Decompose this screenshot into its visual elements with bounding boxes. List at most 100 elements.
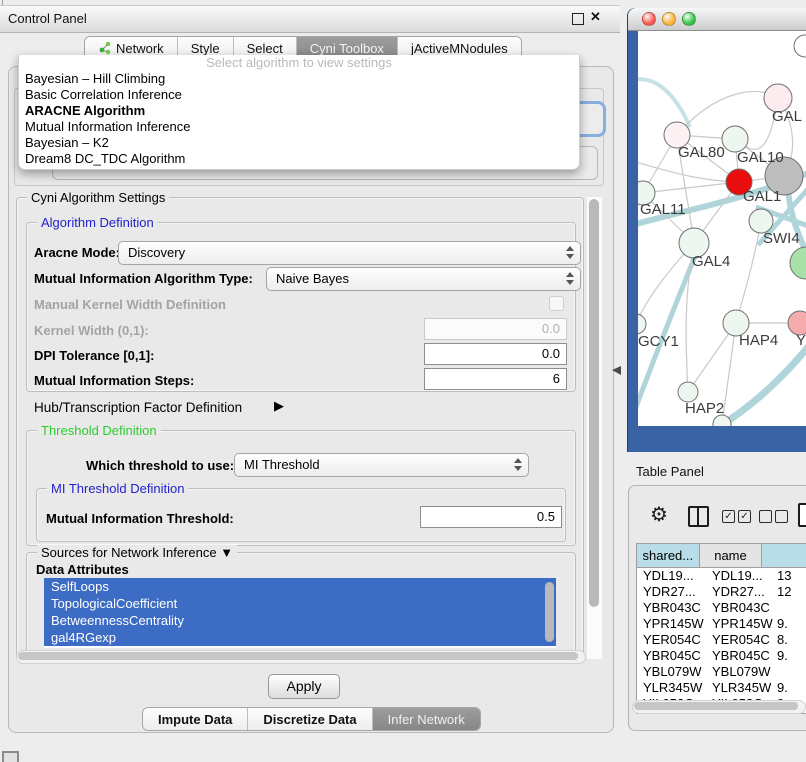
mi-type-label: Mutual Information Algorithm Type: [34, 271, 253, 286]
stepper-icon [514, 458, 522, 471]
node-label: GAL [772, 108, 802, 125]
algorithm-option[interactable]: Dream8 DC_TDC Algorithm [19, 151, 579, 167]
mi-type-value: Naive Bayes [276, 271, 349, 286]
algorithm-dropdown: Select algorithm to view settings Bayesi… [18, 55, 580, 170]
sources-group-title: Sources for Network Inference ▼ [37, 545, 237, 560]
column-header[interactable] [762, 544, 806, 567]
tab-label: Infer Network [388, 712, 465, 727]
hide-unchecked-columns-icon[interactable] [759, 510, 788, 523]
which-threshold-combobox[interactable]: MI Threshold [234, 453, 529, 477]
algorithm-option[interactable]: Mutual Information Inference [19, 119, 579, 135]
mi-steps-label: Mutual Information Steps: [34, 373, 194, 388]
tab-label: Cyni Toolbox [310, 41, 384, 56]
table-cell: YDR27... [637, 584, 706, 600]
algorithm-option[interactable]: ARACNE Algorithm [19, 103, 579, 119]
show-checked-columns-icon[interactable]: ✓ ✓ [722, 510, 751, 523]
table-row[interactable]: YBR043CYBR043C [637, 600, 806, 616]
attribute-list-item[interactable]: SelfLoops [44, 578, 556, 595]
column-header[interactable]: name [700, 544, 763, 567]
attribute-list-item[interactable]: gal4RGexp [44, 629, 556, 646]
kernel-width-field[interactable]: 0.0 [424, 318, 567, 340]
which-threshold-label: Which threshold to use: [86, 458, 234, 473]
table-cell: 12 [775, 584, 806, 600]
aracne-mode-combobox[interactable]: Discovery [118, 241, 581, 265]
table-cell: 9. [775, 616, 806, 632]
table-cell: 9. [775, 680, 806, 696]
gear-icon[interactable]: ⚙ [650, 504, 668, 526]
manual-kernel-checkbox[interactable] [549, 296, 564, 311]
manual-kernel-label: Manual Kernel Width Definition [34, 297, 226, 312]
algorithm-option[interactable]: Basic Correlation Inference [19, 87, 579, 103]
kernel-width-label: Kernel Width (0,1): [34, 323, 149, 338]
table-row[interactable]: YLR345WYLR345W9. [637, 680, 806, 696]
table-row[interactable]: YBL079WYBL079W [637, 664, 806, 680]
node-hap2[interactable] [678, 382, 698, 402]
network-view-window: GALGAL80GAL10GAL1GAL11SWI4GAL4GCY1HAP4YH… [628, 8, 806, 452]
attribute-list-item[interactable]: BetweennessCentrality [44, 612, 556, 629]
node-label: SWI4 [763, 230, 800, 247]
mac-close-icon[interactable] [642, 12, 656, 26]
node-label: GAL4 [692, 253, 730, 270]
mi-type-combobox[interactable]: Naive Bayes [266, 267, 581, 291]
node-label: GAL1 [743, 188, 781, 205]
float-window-icon[interactable] [572, 13, 584, 25]
tab-discretize-data[interactable]: Discretize Data [247, 708, 371, 730]
mac-zoom-icon[interactable] [682, 12, 696, 26]
close-icon[interactable]: ✕ [590, 9, 601, 25]
page-icon[interactable] [798, 503, 806, 527]
table-row[interactable]: YDR27...YDR27...12 [637, 584, 806, 600]
tab-label: jActiveMNodules [411, 41, 508, 56]
mi-steps-field[interactable]: 6 [424, 368, 567, 390]
table-row[interactable]: YDL19...YDL19...13 [637, 568, 806, 584]
dropdown-placeholder: Select algorithm to view settings [19, 55, 579, 71]
tab-impute-data[interactable]: Impute Data [143, 708, 247, 730]
settings-vertical-scrollbar[interactable] [587, 197, 602, 659]
dock-mini-icon[interactable] [2, 751, 19, 762]
table-cell: YBR043C [706, 600, 775, 616]
aracne-mode-value: Discovery [128, 245, 185, 260]
tab-label: Network [116, 41, 164, 56]
table-row[interactable]: YPR145WYPR145W9. [637, 616, 806, 632]
dpi-tolerance-label: DPI Tolerance [0,1]: [34, 348, 154, 363]
table-cell: 8. [775, 632, 806, 648]
stepper-icon [566, 246, 574, 259]
tab-infer-network[interactable]: Infer Network [372, 708, 480, 730]
node[interactable] [794, 35, 806, 57]
collapse-triangle-icon[interactable]: ▼ [220, 545, 233, 560]
settings-horizontal-scrollbar[interactable] [16, 650, 586, 664]
algorithm-option[interactable]: Bayesian – Hill Climbing [19, 71, 579, 87]
table-row[interactable]: YBR045CYBR045C9. [637, 648, 806, 664]
columns-icon[interactable] [688, 506, 709, 527]
column-header[interactable]: shared... [637, 544, 700, 567]
table-cell: YBL079W [637, 664, 706, 680]
node-label: GAL10 [737, 149, 784, 166]
mi-threshold-field[interactable]: 0.5 [420, 506, 562, 528]
table-cell: YER054C [706, 632, 775, 648]
algorithm-option[interactable]: Bayesian – K2 [19, 135, 579, 151]
network-canvas[interactable]: GALGAL80GAL10GAL1GAL11SWI4GAL4GCY1HAP4YH… [638, 31, 806, 426]
table-cell [775, 600, 806, 616]
hub-section-label[interactable]: Hub/Transcription Factor Definition [34, 400, 242, 415]
node-gcy1[interactable] [638, 314, 646, 334]
checked-box-icon: ✓ [738, 510, 751, 523]
screen: Control Panel ✕ Network Style Select Cyn… [0, 0, 806, 762]
which-threshold-value: MI Threshold [244, 457, 320, 472]
table-cell [775, 664, 806, 680]
dpi-tolerance-field[interactable]: 0.0 [424, 343, 567, 365]
table-horizontal-scrollbar[interactable] [632, 700, 806, 714]
table-cell: YDR27... [706, 584, 775, 600]
mac-minimize-icon[interactable] [662, 12, 676, 26]
node-table[interactable]: shared...name YDL19...YDL19...13YDR27...… [636, 543, 806, 714]
attribute-list-item[interactable]: TopologicalCoefficient [44, 595, 556, 612]
table-header-row: shared...name [637, 544, 806, 568]
table-row[interactable]: YER054CYER054C8. [637, 632, 806, 648]
table-panel-title: Table Panel [636, 464, 704, 479]
apply-button[interactable]: Apply [268, 674, 340, 699]
expand-triangle-icon[interactable]: ▶ [274, 398, 284, 414]
table-cell: YBR045C [637, 648, 706, 664]
list-scrollbar-thumb[interactable] [545, 582, 554, 642]
table-cell: YBL079W [706, 664, 775, 680]
node[interactable] [790, 247, 806, 279]
table-cell: 13 [775, 568, 806, 584]
control-panel-title: Control Panel [8, 11, 87, 26]
